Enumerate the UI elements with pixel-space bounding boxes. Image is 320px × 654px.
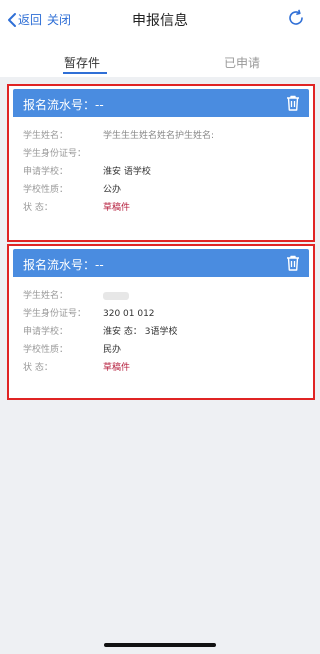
redacted-value (103, 291, 129, 300)
registration-number: 报名流水号：-- (23, 98, 104, 112)
info-row: 学生姓名： (23, 287, 309, 305)
row-label: 申请学校： (23, 327, 69, 337)
row-value (103, 287, 129, 305)
card-header: 报名流水号：-- (13, 89, 309, 117)
status-value: 草稿件 (103, 203, 131, 213)
home-indicator (104, 643, 216, 647)
info-row: 学校性质： 公办 (23, 181, 309, 199)
tab-drafts[interactable]: 暂存件 (64, 54, 100, 71)
row-label: 学生姓名： (23, 291, 69, 301)
row-value: 淮安 态： 3语学校 (103, 327, 178, 337)
tab-applied[interactable]: 已申请 (224, 54, 260, 71)
info-row: 状 态： 草稿件 (23, 199, 309, 217)
status-value: 草稿件 (103, 363, 131, 373)
row-value: 学生生生姓名姓名护生姓名: (103, 131, 215, 141)
application-card[interactable]: 报名流水号：-- 学生姓名： 学生生生姓名姓名护生姓名: 学生身份证号： 申请学… (13, 89, 309, 236)
refresh-icon[interactable] (286, 8, 306, 28)
info-row: 学生身份证号： 320 01 012 (23, 305, 309, 323)
row-label: 学校性质： (23, 185, 69, 195)
card-highlight-frame: 报名流水号：-- 学生姓名： 学生生生姓名姓名护生姓名: 学生身份证号： 申请学… (7, 84, 315, 242)
page-title: 申报信息 (132, 13, 188, 29)
trash-icon[interactable] (285, 254, 301, 272)
info-row: 状 态： 草稿件 (23, 359, 309, 377)
row-label: 学生姓名： (23, 131, 69, 141)
row-label: 状 态： (23, 203, 53, 213)
row-value: 公办 (103, 185, 122, 195)
card-highlight-frame: 报名流水号：-- 学生姓名： 学生身份证号： 320 01 012 申请学校： … (7, 244, 315, 400)
info-row: 申请学校： 淮安 态： 3语学校 (23, 323, 309, 341)
row-label: 申请学校： (23, 167, 69, 177)
tab-bar: 暂存件 已申请 (0, 50, 320, 76)
registration-number: 报名流水号：-- (23, 258, 104, 272)
row-value: 淮安 语学校 (103, 167, 151, 177)
card-header: 报名流水号：-- (13, 249, 309, 277)
info-row: 学校性质： 民办 (23, 341, 309, 359)
row-label: 学校性质： (23, 345, 69, 355)
trash-icon[interactable] (285, 94, 301, 112)
application-card[interactable]: 报名流水号：-- 学生姓名： 学生身份证号： 320 01 012 申请学校： … (13, 249, 309, 394)
top-nav-bar: 返回 关闭 申报信息 (0, 0, 320, 40)
active-tab-indicator (63, 72, 107, 74)
row-label: 学生身份证号： (23, 309, 87, 319)
info-row: 学生身份证号： (23, 145, 309, 163)
row-value: 民办 (103, 345, 122, 355)
info-row: 学生姓名： 学生生生姓名姓名护生姓名: (23, 127, 309, 145)
row-value: 320 01 012 (103, 309, 155, 319)
row-label: 学生身份证号： (23, 149, 87, 159)
info-row: 申请学校： 淮安 语学校 (23, 163, 309, 181)
row-label: 状 态： (23, 363, 53, 373)
